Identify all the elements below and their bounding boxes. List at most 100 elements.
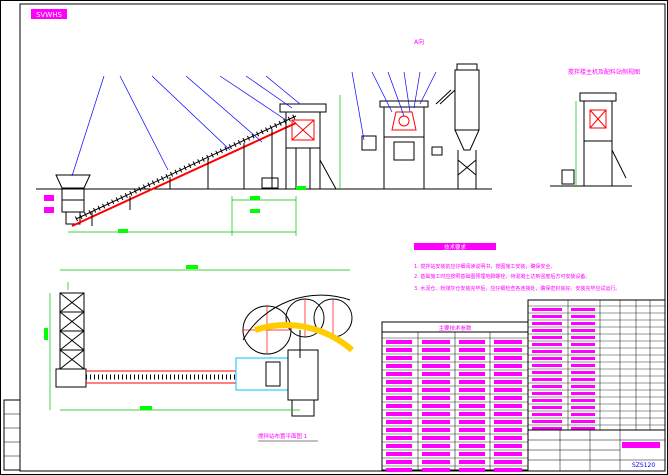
table-cell-text — [459, 396, 485, 400]
table-cell-text — [386, 356, 412, 360]
table-cell-text — [422, 460, 450, 464]
table-cell-text — [571, 371, 595, 374]
table-cell-text — [459, 340, 485, 344]
elevation-dim-labels — [118, 186, 306, 233]
table-cell-text — [571, 364, 595, 367]
table-cell-text — [494, 348, 522, 352]
table-cell-text — [422, 412, 450, 416]
table-cell-text — [571, 322, 595, 325]
table-cell-text — [422, 436, 450, 440]
table-cell-text — [386, 460, 412, 464]
table-cell-text — [571, 378, 595, 381]
table-cell-text — [459, 452, 485, 456]
table-cell-text — [422, 388, 450, 392]
aggregate-hopper — [44, 174, 91, 225]
table-cell-text — [459, 460, 485, 464]
table-cell-text — [571, 336, 595, 339]
table-cell-text — [494, 412, 522, 416]
table-cell-text — [494, 436, 522, 440]
table-cell-text — [494, 452, 522, 456]
table-cell-text — [386, 436, 412, 440]
table-cell-text — [494, 356, 522, 360]
plan-view: 搅拌站布置平面图 1 — [44, 265, 354, 442]
table-cell-text — [532, 308, 562, 311]
table-cell-text — [422, 348, 450, 352]
table-cell-text — [571, 413, 595, 416]
table-cell-text — [459, 404, 485, 408]
side-view: 搅拌楼主机及配料站侧视图 — [550, 68, 640, 187]
mixing-tower-side — [361, 100, 443, 189]
table-cell-text — [571, 385, 595, 388]
table-cell-text — [386, 388, 412, 392]
table-cell-text — [422, 428, 450, 432]
callout-leaders — [71, 71, 437, 177]
elevation-view — [36, 63, 492, 236]
mixing-plant-plan — [235, 330, 319, 417]
table-cell-text — [532, 385, 562, 388]
truck-path-arc — [254, 322, 354, 353]
table-cell-text — [532, 322, 562, 325]
table-cell-text — [494, 420, 522, 424]
corner-tag: SVWHS — [31, 9, 67, 19]
table-cell-text — [386, 396, 412, 400]
note-line-3: 3. 水泥仓、粉煤灰仓安装完毕后，应仔细检查各连接处，确保密封良好。安装完毕应试… — [414, 285, 620, 292]
table-cell-text — [571, 420, 595, 423]
note-line-2: 2. 基础施工时应按照基础图预埋地脚螺栓，待混凝土达到强度后方可安装设备。 — [414, 273, 590, 280]
table-cell-text — [571, 315, 595, 318]
table-cell-text — [422, 396, 450, 400]
table-cell-text — [459, 364, 485, 368]
table-cell-text — [422, 340, 450, 344]
table-cell-text — [422, 468, 450, 472]
table-cell-text — [571, 392, 595, 395]
table-cell-text — [422, 372, 450, 376]
table-cell-text — [571, 308, 595, 311]
table-cell-text — [386, 380, 412, 384]
table-cell-text — [532, 357, 562, 360]
table-cell-text — [494, 468, 522, 472]
corner-tag-text: SVWHS — [36, 11, 62, 19]
table-cell-text — [571, 406, 595, 409]
table-cell-text — [494, 396, 522, 400]
table-cell-text — [532, 350, 562, 353]
elevation-label: A向 — [414, 38, 424, 46]
table-cell-text — [532, 329, 562, 332]
table-cell-text — [386, 364, 412, 368]
table-cell-text — [386, 404, 412, 408]
table-cell-text — [386, 372, 412, 376]
table-cell-text — [422, 356, 450, 360]
table-cell-text — [494, 364, 522, 368]
table-cell-text — [386, 348, 412, 352]
table-cell-text — [571, 399, 595, 402]
table-cell-text — [532, 343, 562, 346]
table-cell-text — [532, 378, 562, 381]
table-cell-text — [422, 420, 450, 424]
table-cell-text — [532, 406, 562, 409]
table-cell-text — [459, 348, 485, 352]
cad-drawing: SVWHS A向 搅拌楼主机及配料站侧视图 搅拌站布置平面图 1 技术要求 1.… — [0, 0, 668, 475]
table-cell-text — [386, 452, 412, 456]
note-line-1: 1. 搅拌站安装前应仔细阅读说明书，按图施工安装，确保安全。 — [414, 263, 555, 270]
batching-bins-plan — [55, 292, 87, 388]
table-cell-text — [571, 343, 595, 346]
inclined-belt-conveyor — [71, 113, 298, 227]
table-cell-text — [386, 420, 412, 424]
table-cell-text — [494, 428, 522, 432]
table-cell-text — [459, 356, 485, 360]
notes-heading: 技术要求 — [444, 243, 467, 251]
table-cell-text — [494, 340, 522, 344]
parameter-table: 主要技术参数 — [381, 321, 529, 472]
table-cell-text — [422, 380, 450, 384]
table-cell-text — [494, 404, 522, 408]
plan-dim-labels — [44, 265, 198, 410]
table-cell-text — [422, 404, 450, 408]
bill-of-materials — [527, 299, 666, 431]
table-cell-text — [459, 420, 485, 424]
table-cell-text — [459, 468, 485, 472]
table-cell-text — [422, 364, 450, 368]
plan-note: 搅拌站布置平面图 1 — [258, 432, 307, 440]
table-cell-text — [532, 336, 562, 339]
table-cell-text — [532, 413, 562, 416]
cement-silo — [435, 63, 480, 189]
mixing-tower-front — [261, 103, 337, 190]
table-cell-text — [459, 372, 485, 376]
